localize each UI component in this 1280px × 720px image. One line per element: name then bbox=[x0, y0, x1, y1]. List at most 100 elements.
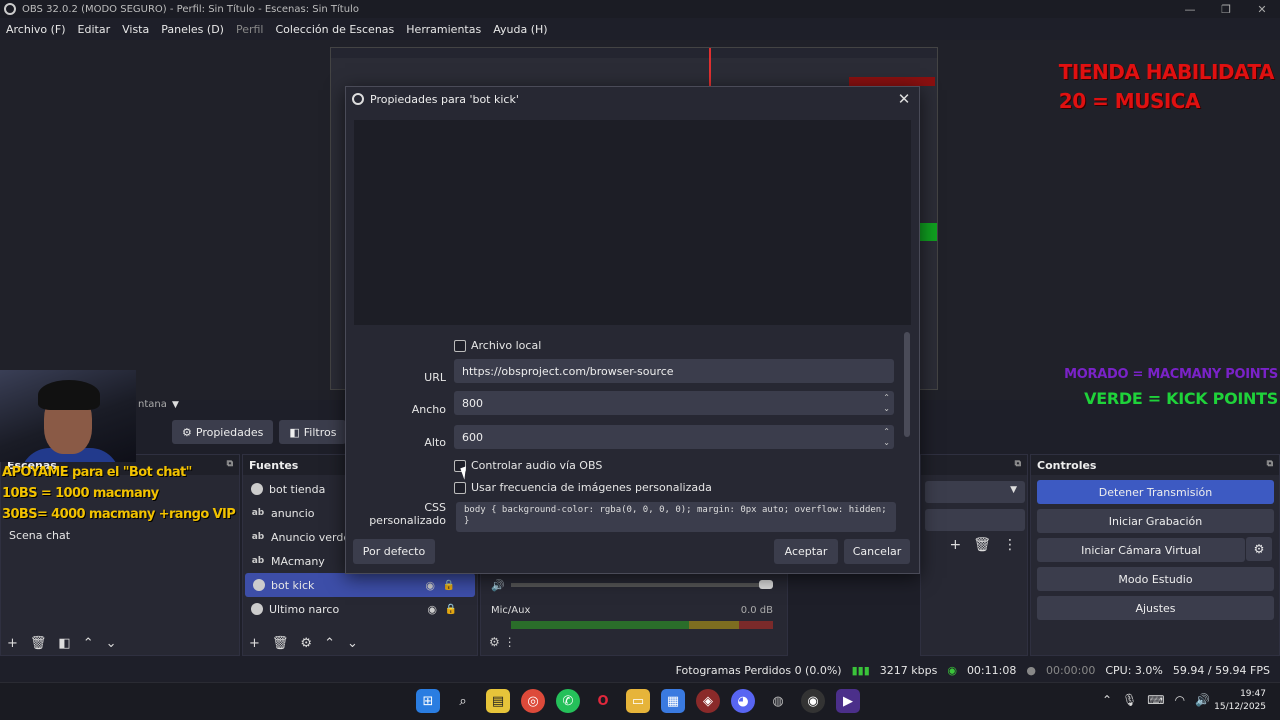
wifi-icon[interactable]: ◠ bbox=[1175, 693, 1185, 707]
volume-icon[interactable]: 🔊 bbox=[1195, 693, 1210, 707]
chevron-up-icon[interactable]: ⌃ bbox=[1102, 693, 1112, 707]
stop-stream-button[interactable]: Detener Transmisión bbox=[1037, 480, 1274, 504]
url-input[interactable]: https://obsproject.com/browser-source bbox=[454, 359, 894, 383]
local-file-checkbox[interactable] bbox=[454, 339, 466, 352]
gear-icon[interactable]: ⚙ bbox=[300, 636, 312, 651]
browser-icon bbox=[251, 483, 263, 495]
trash-icon[interactable]: 🗑 bbox=[272, 636, 289, 651]
close-icon[interactable]: ✕ bbox=[895, 90, 913, 108]
chevron-down-icon[interactable]: ⌄ bbox=[347, 636, 358, 651]
height-row: Alto bbox=[346, 430, 456, 454]
menu-archivo[interactable]: Archivo (F) bbox=[6, 23, 66, 36]
opera-icon[interactable]: O bbox=[591, 689, 615, 713]
control-audio-row[interactable]: Controlar audio vía OBS bbox=[454, 459, 602, 472]
scrollbar[interactable] bbox=[904, 332, 910, 437]
transitions-dock: ⧉ ▼ + 🗑 ⋮ bbox=[920, 454, 1028, 656]
clock-date: 15/12/2025 bbox=[1214, 702, 1266, 712]
add-icon[interactable]: + bbox=[949, 537, 961, 553]
speaker-icon[interactable]: 🔊 bbox=[491, 579, 505, 592]
maximize-button[interactable]: ❐ bbox=[1208, 0, 1244, 18]
width-label: Ancho bbox=[411, 402, 446, 416]
settings-button[interactable]: Ajustes bbox=[1037, 596, 1274, 620]
height-stepper-icon[interactable]: ⌃ ⌄ bbox=[883, 426, 890, 448]
filters-button[interactable]: ◧ Filtros bbox=[279, 420, 347, 444]
custom-fps-row[interactable]: Usar frecuencia de imágenes personalizad… bbox=[454, 481, 712, 494]
volume-slider-handle[interactable] bbox=[759, 580, 773, 589]
chevron-up-icon[interactable]: ⌃ bbox=[83, 636, 94, 651]
add-icon[interactable]: + bbox=[249, 636, 260, 651]
verde-overlay: VERDE = KICK POINTS bbox=[1084, 389, 1278, 408]
menu-vista[interactable]: Vista bbox=[122, 23, 149, 36]
whatsapp-icon[interactable]: ✆ bbox=[556, 689, 580, 713]
chevron-down-icon[interactable]: ▼ bbox=[172, 400, 179, 410]
taskbar-apps: ⊞ ⌕ ▤ ◎ ✆ O ▭ ▦ ◈ ◕ ◍ ◉ ▶ bbox=[416, 689, 860, 713]
chevron-down-icon[interactable]: ⌄ bbox=[106, 636, 117, 651]
menu-ayuda[interactable]: Ayuda (H) bbox=[493, 23, 547, 36]
store-icon[interactable]: ▦ bbox=[661, 689, 685, 713]
menu-editar[interactable]: Editar bbox=[78, 23, 111, 36]
trash-icon[interactable]: 🗑 bbox=[30, 636, 47, 651]
source-item-selected[interactable]: bot kick ◉ 🔒 bbox=[245, 573, 475, 597]
file-explorer-icon[interactable]: ▭ bbox=[626, 689, 650, 713]
taskbar-clock[interactable]: 19:47 15/12/2025 bbox=[1214, 688, 1266, 714]
css-textarea[interactable]: body { background-color: rgba(0, 0, 0, 0… bbox=[456, 502, 896, 532]
search-icon[interactable]: ⌕ bbox=[451, 689, 475, 713]
discord-icon[interactable]: ◕ bbox=[731, 689, 755, 713]
more-icon[interactable]: ⋮ bbox=[1003, 537, 1017, 553]
visual-studio-icon[interactable]: ▶ bbox=[836, 689, 860, 713]
accept-button[interactable]: Aceptar bbox=[774, 539, 838, 564]
virtual-camera-settings-icon[interactable]: ⚙ bbox=[1246, 537, 1272, 561]
window-capture-label: ntana bbox=[138, 399, 167, 410]
chevron-up-icon[interactable]: ⌃ bbox=[324, 636, 335, 651]
media-app-icon[interactable]: ◈ bbox=[696, 689, 720, 713]
menu-coleccion-escenas[interactable]: Colección de Escenas bbox=[276, 23, 395, 36]
menu-perfil[interactable]: Perfil bbox=[236, 23, 264, 36]
width-spinbox[interactable]: 800 ⌃ ⌄ bbox=[454, 391, 894, 415]
eye-icon[interactable]: ◉ bbox=[425, 579, 435, 592]
css-row: CSS personalizado bbox=[346, 501, 450, 527]
custom-fps-checkbox[interactable] bbox=[454, 481, 466, 494]
edge-icon[interactable]: ◍ bbox=[766, 689, 790, 713]
studio-mode-button[interactable]: Modo Estudio bbox=[1037, 567, 1274, 591]
obs-taskbar-icon[interactable]: ◉ bbox=[801, 689, 825, 713]
width-stepper-icon[interactable]: ⌃ ⌄ bbox=[883, 392, 890, 414]
undock-icon[interactable]: ⧉ bbox=[1267, 459, 1273, 469]
add-icon[interactable]: + bbox=[7, 636, 18, 651]
transitions-header: ⧉ bbox=[921, 455, 1027, 475]
start-recording-button[interactable]: Iniciar Grabación bbox=[1037, 509, 1274, 533]
local-file-row[interactable]: Archivo local bbox=[454, 339, 541, 352]
sources-title: Fuentes bbox=[249, 458, 299, 472]
volume-slider-track[interactable] bbox=[511, 583, 769, 587]
start-virtual-camera-button[interactable]: Iniciar Cámara Virtual bbox=[1037, 538, 1245, 562]
microphone-icon[interactable]: 🎙 bbox=[1122, 693, 1137, 707]
properties-button[interactable]: ⚙ Propiedades bbox=[172, 420, 274, 444]
text-icon: ab bbox=[251, 556, 265, 566]
eye-icon[interactable]: ◉ bbox=[427, 603, 437, 616]
menu-paneles[interactable]: Paneles (D) bbox=[161, 23, 224, 36]
source-label: bot tienda bbox=[269, 482, 326, 496]
minimize-button[interactable]: — bbox=[1172, 0, 1208, 18]
sticky-notes-icon[interactable]: ▤ bbox=[486, 689, 510, 713]
height-spinbox[interactable]: 600 ⌃ ⌄ bbox=[454, 425, 894, 449]
windows-start-icon[interactable]: ⊞ bbox=[416, 689, 440, 713]
source-item[interactable]: Ultimo narco ◉ 🔒 bbox=[243, 597, 477, 621]
undock-icon[interactable]: ⧉ bbox=[1015, 459, 1021, 469]
close-window-button[interactable]: ✕ bbox=[1244, 0, 1280, 18]
tienda-overlay: TIENDA HABILIDATA 20 = MUSICA bbox=[1059, 58, 1275, 116]
mixer-settings-icon[interactable]: ⚙ ⋮ bbox=[489, 635, 516, 649]
filter-icon[interactable]: ◧ bbox=[58, 636, 70, 651]
scene-item[interactable]: Scena chat bbox=[1, 523, 239, 548]
keyboard-icon[interactable]: ⌨ bbox=[1147, 693, 1164, 707]
trash-icon[interactable]: 🗑 bbox=[973, 537, 991, 553]
lock-icon[interactable]: 🔒 bbox=[443, 580, 455, 591]
controls-dock: Controles ⧉ Detener Transmisión Iniciar … bbox=[1030, 454, 1280, 656]
chrome-icon[interactable]: ◎ bbox=[521, 689, 545, 713]
duration-field[interactable] bbox=[925, 509, 1025, 531]
cancel-button[interactable]: Cancelar bbox=[844, 539, 910, 564]
defaults-button[interactable]: Por defecto bbox=[353, 539, 435, 564]
lock-icon[interactable]: 🔒 bbox=[445, 604, 457, 615]
url-row: URL bbox=[346, 365, 456, 389]
menu-herramientas[interactable]: Herramientas bbox=[406, 23, 481, 36]
scenes-footer: + 🗑 ◧ ⌃ ⌄ bbox=[1, 631, 239, 655]
width-row: Ancho bbox=[346, 397, 456, 421]
